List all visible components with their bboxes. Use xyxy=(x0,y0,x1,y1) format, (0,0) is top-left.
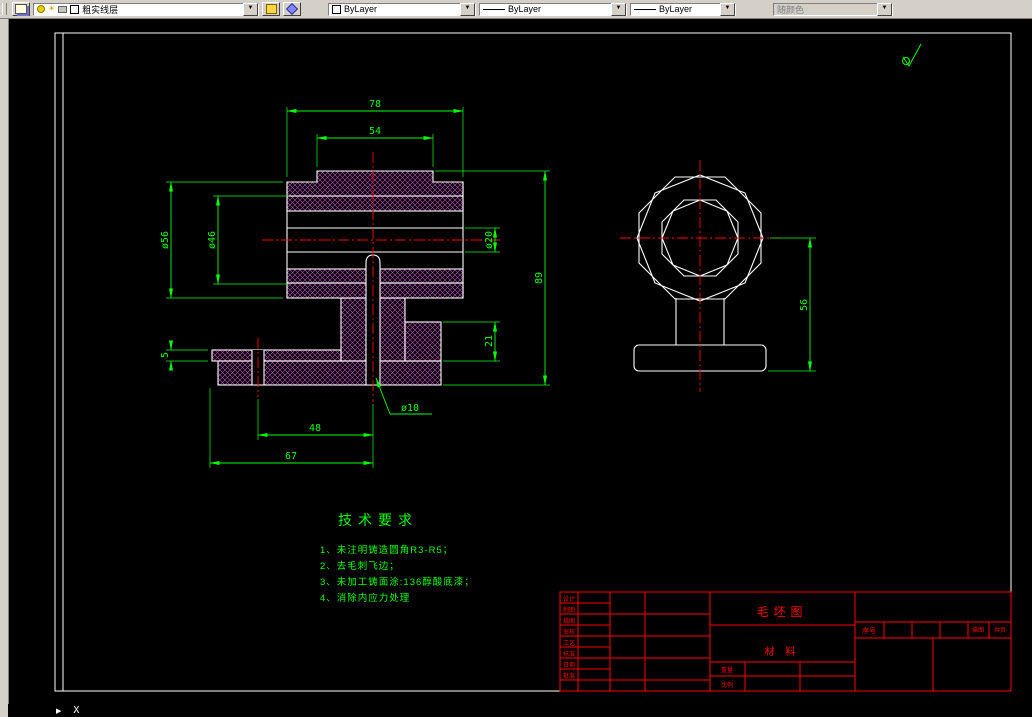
linetype-combo[interactable]: ByLayer ▼ xyxy=(479,2,627,16)
titleblock-tracing-label: 描图 xyxy=(972,626,984,634)
layer-on-icon xyxy=(37,5,45,13)
dim-78: 78 xyxy=(369,99,381,110)
titleblock-row-label: 日期 xyxy=(563,661,575,669)
color-combo-arrow[interactable]: ▼ xyxy=(460,2,475,16)
status-bar: ▶ X xyxy=(8,704,1032,717)
titleblock-drawing-name: 毛坯图 xyxy=(756,605,807,619)
coordinate-label: X xyxy=(73,705,80,716)
hatch-rim-upper xyxy=(286,195,464,212)
titleblock-row-label: 批准 xyxy=(563,672,575,680)
plotstyle-combo-value: 随颜色 xyxy=(777,4,805,15)
make-layer-current-button[interactable] xyxy=(262,2,280,16)
titleblock-row-label: 制图 xyxy=(563,606,575,614)
layer-lock-icon xyxy=(58,5,68,13)
layer-previous-icon xyxy=(285,2,299,16)
toolbar-grip[interactable] xyxy=(2,3,7,15)
front-view xyxy=(211,152,500,402)
lineweight-sample-icon xyxy=(634,8,656,10)
lineweight-combo-arrow[interactable]: ▼ xyxy=(720,2,735,16)
color-combo[interactable]: ByLayer ▼ xyxy=(328,2,476,16)
tech-item: 1、未注明铸造圆角R3-R5； xyxy=(320,544,453,556)
titleblock-row-label: 标准 xyxy=(563,650,575,658)
title-block: 毛坯图 材 料 序号 描图 共页 重量 比例 设计 制图 描图 审核 工艺 标准… xyxy=(559,591,1012,692)
dim-5: 5 xyxy=(160,352,171,358)
titleblock-row-label: 描图 xyxy=(563,617,575,625)
dim-48: 48 xyxy=(309,423,321,434)
expand-arrow-icon[interactable]: ▶ xyxy=(56,707,61,715)
plotstyle-combo-arrow: ▼ xyxy=(877,2,892,16)
layer-properties-button[interactable] xyxy=(12,2,30,16)
titleblock-material-label: 材 料 xyxy=(765,645,800,658)
layers-icon xyxy=(15,4,27,14)
linetype-sample-icon xyxy=(483,8,505,10)
hatch-flange-left xyxy=(211,349,342,362)
layer-combo-arrow[interactable]: ▼ xyxy=(243,2,258,16)
titleblock-scale-label: 比例 xyxy=(721,681,733,689)
titleblock-weight-label: 重量 xyxy=(721,666,733,674)
lineweight-combo-value: ByLayer xyxy=(659,4,693,14)
docked-toolbar-strip[interactable] xyxy=(0,16,9,717)
plotstyle-combo: 随颜色 ▼ xyxy=(773,2,893,16)
layer-color-chip xyxy=(70,4,80,14)
titleblock-row-label: 设计 xyxy=(563,595,575,603)
dim-56: 56 xyxy=(799,299,810,311)
hatch-rim-top xyxy=(286,170,464,197)
dim-o46: ø46 xyxy=(207,231,218,249)
tech-item: 3、未加工铸面涂:136醇酸底漆； xyxy=(320,576,475,588)
dim-21: 21 xyxy=(484,335,495,347)
side-view: 56 xyxy=(620,160,816,392)
color-combo-value: ByLayer xyxy=(344,4,378,14)
layer-freeze-icon: ☀ xyxy=(48,4,56,13)
hatch-step-right xyxy=(404,321,442,362)
tech-requirements: 技术要求 1、未注明铸造圆角R3-R5； 2、去毛刺飞边； 3、未加工铸面涂:1… xyxy=(320,512,475,604)
linetype-combo-value: ByLayer xyxy=(508,4,542,14)
dim-o10: ø10 xyxy=(401,403,419,414)
make-current-icon xyxy=(265,4,277,14)
titleblock-row-label: 审核 xyxy=(563,628,575,636)
layer-combo[interactable]: ☀ 粗实线层 ▼ xyxy=(33,2,259,16)
titleblock-serial-label: 序号 xyxy=(862,626,876,635)
dim-89: 89 xyxy=(534,272,545,284)
dim-54: 54 xyxy=(369,126,381,137)
tech-item: 4、消除内应力处理 xyxy=(320,592,410,604)
surface-finish-symbol xyxy=(902,43,922,67)
layer-combo-value: 粗实线层 xyxy=(82,4,119,15)
lineweight-combo[interactable]: ByLayer ▼ xyxy=(630,2,736,16)
dim-o20: ø20 xyxy=(484,231,495,249)
tech-title: 技术要求 xyxy=(338,512,418,528)
linetype-combo-arrow[interactable]: ▼ xyxy=(611,2,626,16)
titleblock-pages-label: 共页 xyxy=(994,626,1006,634)
tech-item: 2、去毛刺飞边； xyxy=(320,560,400,572)
dim-67: 67 xyxy=(285,451,297,462)
layer-previous-button[interactable] xyxy=(283,2,301,16)
drawing-canvas[interactable]: 78 54 ø56 ø46 ø20 89 21 5 ø10 48 67 56 技… xyxy=(0,0,1032,717)
properties-toolbar: ☀ 粗实线层 ▼ ByLayer ▼ ByLayer ▼ ByLayer ▼ 随… xyxy=(0,0,1032,19)
check-mark-icon xyxy=(902,43,922,67)
dim-o56: ø56 xyxy=(160,231,171,249)
titleblock-row-label: 工艺 xyxy=(563,639,575,647)
color-chip xyxy=(332,4,341,14)
